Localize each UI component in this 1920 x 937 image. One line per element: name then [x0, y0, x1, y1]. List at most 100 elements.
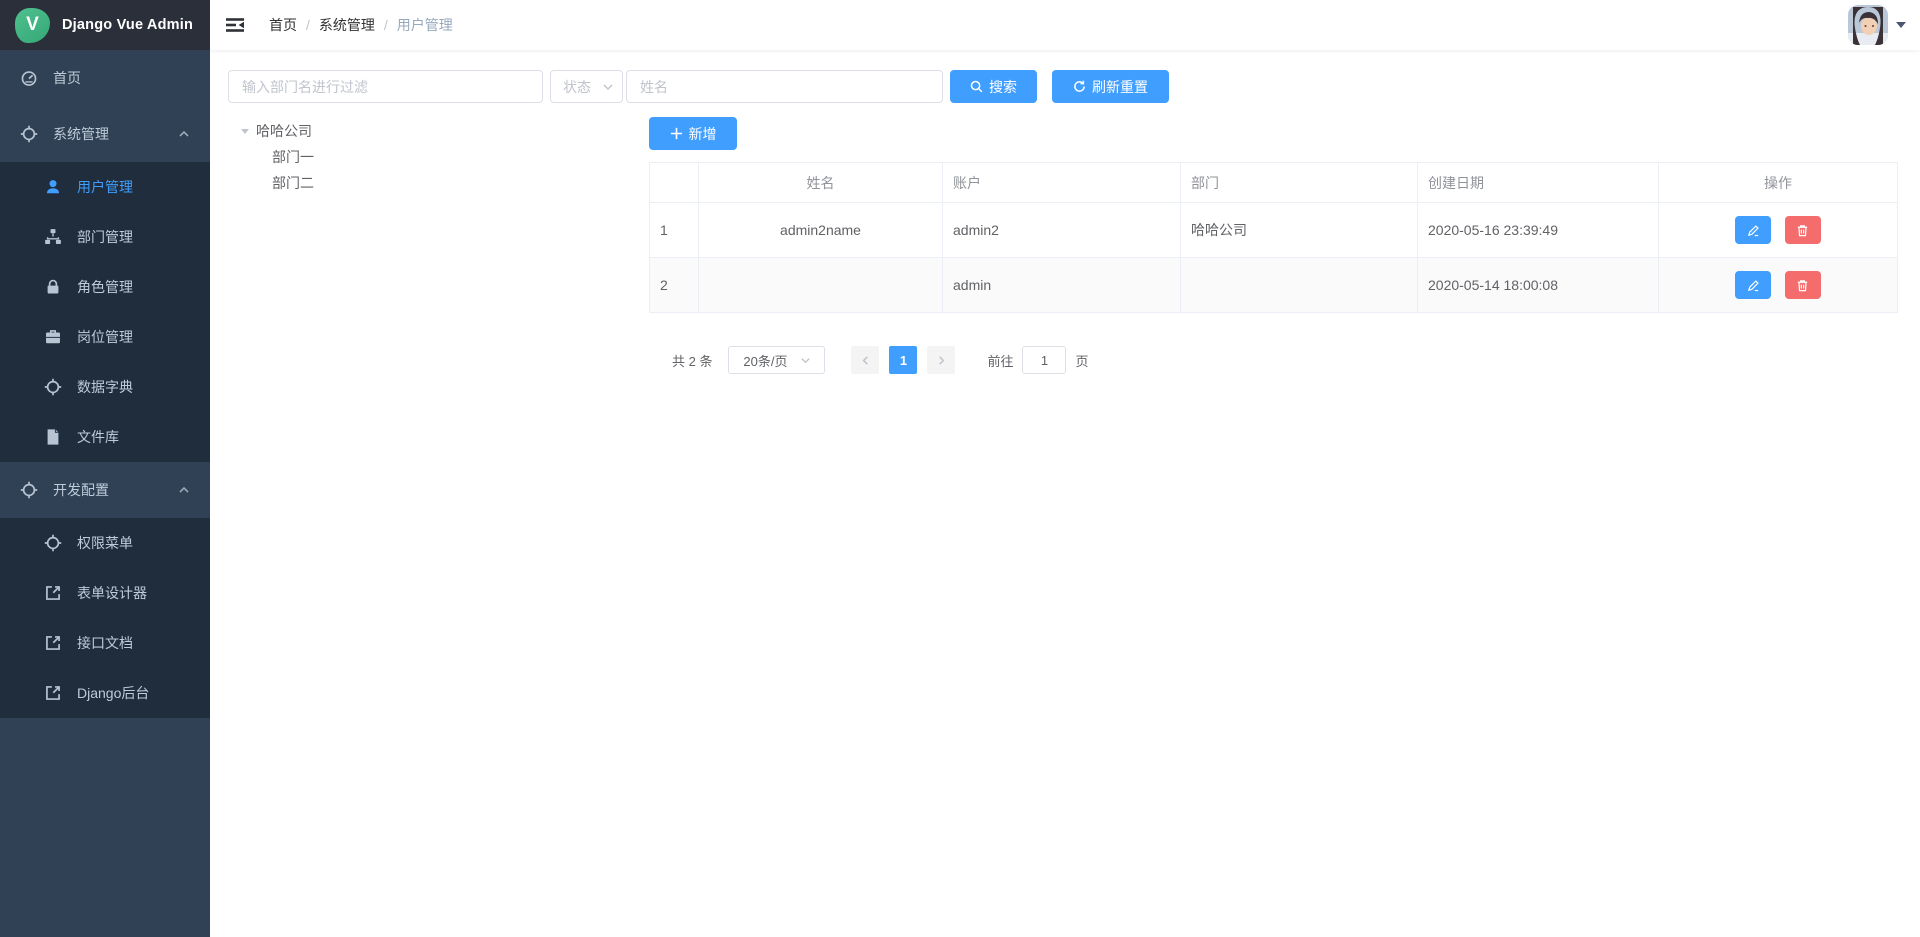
- cell-dept: [1181, 258, 1418, 313]
- pagination: 共 2 条 20条/页 1: [672, 346, 1898, 374]
- name-filter-input[interactable]: [626, 70, 943, 103]
- goto-page-input[interactable]: [1022, 346, 1066, 374]
- sitemap-icon: [44, 228, 62, 246]
- col-header-account: 账户: [943, 163, 1181, 203]
- submenu-system: 用户管理 部门管理 角色管理: [0, 162, 210, 462]
- sidebar-item-label: 角色管理: [77, 277, 133, 297]
- sidebar-group-label: 开发配置: [53, 480, 109, 500]
- vue-logo-icon: V: [15, 8, 50, 43]
- edit-pencil-icon: [1747, 279, 1760, 292]
- chevron-down-icon: [602, 81, 614, 93]
- user-table: 姓名 账户 部门 创建日期 操作 1 admin2name admin2 哈哈公: [649, 162, 1898, 313]
- sidebar-item-dept-mgmt[interactable]: 部门管理: [0, 212, 210, 262]
- caret-down-icon: [1896, 22, 1906, 33]
- tree-expand-caret-icon[interactable]: [241, 129, 249, 138]
- sidebar-group-dev-config[interactable]: 开发配置: [0, 462, 210, 518]
- page-size-select[interactable]: 20条/页: [728, 346, 825, 374]
- sidebar-item-file-library[interactable]: 文件库: [0, 412, 210, 462]
- chevron-up-icon: [178, 128, 190, 140]
- col-header-actions: 操作: [1659, 163, 1898, 203]
- delete-button[interactable]: [1785, 216, 1821, 244]
- topbar: 首页 / 系统管理 / 用户管理: [210, 0, 1920, 50]
- edit-button[interactable]: [1735, 271, 1771, 299]
- sidebar-item-user-mgmt[interactable]: 用户管理: [0, 162, 210, 212]
- chevron-left-icon: [860, 355, 871, 366]
- tree-node-label: 哈哈公司: [256, 121, 312, 141]
- sidebar-item-data-dict[interactable]: 数据字典: [0, 362, 210, 412]
- cell-account: admin2: [943, 203, 1181, 258]
- status-select[interactable]: 状态: [550, 70, 623, 103]
- cell-index: 2: [650, 258, 699, 313]
- pagination-total: 共 2 条: [672, 351, 712, 370]
- search-button[interactable]: 搜索: [950, 70, 1037, 103]
- cell-name: [699, 258, 943, 313]
- page-number-button[interactable]: 1: [889, 346, 917, 374]
- chevron-right-icon: [936, 355, 947, 366]
- sidebar-toggle[interactable]: [210, 15, 253, 35]
- filter-row: 状态 搜索 刷新重置: [228, 70, 1898, 103]
- delete-button[interactable]: [1785, 271, 1821, 299]
- breadcrumb-separator: /: [306, 17, 310, 33]
- sidebar-item-label: 表单设计器: [77, 583, 147, 603]
- dept-filter-input[interactable]: [228, 70, 543, 103]
- tree-node-child[interactable]: 部门一: [228, 144, 649, 170]
- sidebar-item-django-admin[interactable]: Django后台: [0, 668, 210, 718]
- add-button[interactable]: 新增: [649, 117, 737, 150]
- search-button-label: 搜索: [989, 77, 1017, 97]
- sidebar-item-form-designer[interactable]: 表单设计器: [0, 568, 210, 618]
- sidebar-item-label: 部门管理: [77, 227, 133, 247]
- document-icon: [44, 428, 62, 446]
- app-logo[interactable]: V Django Vue Admin: [0, 0, 210, 50]
- sidebar-item-role-mgmt[interactable]: 角色管理: [0, 262, 210, 312]
- breadcrumb-system[interactable]: 系统管理: [319, 15, 375, 35]
- next-page-button[interactable]: [927, 346, 955, 374]
- refresh-reset-button[interactable]: 刷新重置: [1052, 70, 1169, 103]
- refresh-icon: [1073, 80, 1086, 93]
- user-menu[interactable]: [1848, 5, 1906, 45]
- cell-index: 1: [650, 203, 699, 258]
- hamburger-icon: [225, 15, 245, 35]
- cell-created: 2020-05-14 18:00:08: [1418, 258, 1659, 313]
- lock-icon: [44, 278, 62, 296]
- breadcrumb-home[interactable]: 首页: [269, 15, 297, 35]
- user-icon: [44, 178, 62, 196]
- sidebar: V Django Vue Admin 首页 系统管理 用户管理: [0, 0, 210, 937]
- chevron-down-icon: [800, 355, 811, 366]
- sidebar-item-permission-menu[interactable]: 权限菜单: [0, 518, 210, 568]
- sidebar-group-label: 系统管理: [53, 124, 109, 144]
- dept-tree: 哈哈公司 部门一 部门二: [228, 117, 649, 196]
- table-row: 2 admin 2020-05-14 18:00:08: [650, 258, 1898, 313]
- page-content: 状态 搜索 刷新重置: [210, 50, 1920, 374]
- sidebar-item-post-mgmt[interactable]: 岗位管理: [0, 312, 210, 362]
- user-avatar[interactable]: [1848, 5, 1888, 45]
- cell-account: admin: [943, 258, 1181, 313]
- tree-node-child[interactable]: 部门二: [228, 170, 649, 196]
- prev-page-button[interactable]: [851, 346, 879, 374]
- sidebar-item-api-docs[interactable]: 接口文档: [0, 618, 210, 668]
- sidebar-item-label: 接口文档: [77, 633, 133, 653]
- sidebar-item-label: Django后台: [77, 683, 149, 703]
- edit-button[interactable]: [1735, 216, 1771, 244]
- sidebar-item-home[interactable]: 首页: [0, 50, 210, 106]
- breadcrumb-current: 用户管理: [397, 15, 453, 35]
- goto-label: 前往: [987, 351, 1013, 370]
- status-select-placeholder: 状态: [563, 77, 602, 97]
- page-size-value: 20条/页: [743, 351, 787, 370]
- submenu-dev-config: 权限菜单 表单设计器 接口文档 Django后台: [0, 518, 210, 718]
- table-row: 1 admin2name admin2 哈哈公司 2020-05-16 23:3…: [650, 203, 1898, 258]
- sidebar-item-label: 文件库: [77, 427, 119, 447]
- app-title: Django Vue Admin: [62, 17, 193, 33]
- table-header-row: 姓名 账户 部门 创建日期 操作: [650, 163, 1898, 203]
- sidebar-item-label: 岗位管理: [77, 327, 133, 347]
- cell-dept: 哈哈公司: [1181, 203, 1418, 258]
- sidebar-group-system[interactable]: 系统管理: [0, 106, 210, 162]
- external-link-icon: [44, 684, 62, 702]
- sidebar-item-label: 首页: [53, 68, 81, 88]
- tree-node-label: 部门二: [272, 173, 314, 193]
- col-header-dept: 部门: [1181, 163, 1418, 203]
- sidebar-item-label: 权限菜单: [77, 533, 133, 553]
- edit-pencil-icon: [1747, 224, 1760, 237]
- tree-node-root[interactable]: 哈哈公司: [228, 118, 649, 144]
- aim-icon: [20, 125, 38, 143]
- col-header-created: 创建日期: [1418, 163, 1659, 203]
